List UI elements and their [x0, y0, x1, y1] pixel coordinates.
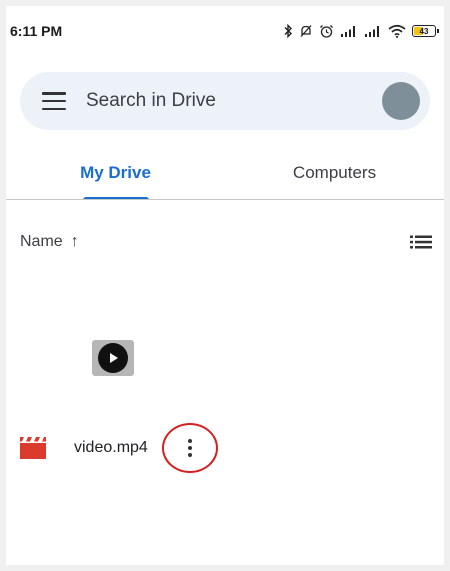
bluetooth-icon	[284, 24, 292, 38]
tab-computers[interactable]: Computers	[225, 146, 444, 200]
drive-screen: 6:11 PM 43 Search in Drive My Drive Comp…	[6, 6, 444, 565]
status-bar: 6:11 PM 43	[6, 6, 444, 56]
status-icons: 43	[283, 24, 439, 39]
sort-by-name-button[interactable]: Name	[20, 233, 63, 251]
more-vert-icon	[187, 439, 192, 457]
tabs-divider	[6, 199, 444, 200]
signal-icon	[341, 26, 355, 37]
search-input[interactable]: Search in Drive	[86, 90, 382, 112]
tab-label: My Drive	[80, 163, 151, 182]
tab-my-drive[interactable]: My Drive	[6, 146, 225, 200]
tab-bar: My Drive Computers	[6, 146, 444, 200]
alarm-icon	[320, 24, 333, 38]
file-row[interactable]: video.mp4	[20, 423, 432, 473]
file-name: video.mp4	[74, 439, 148, 456]
battery-level: 43	[419, 26, 429, 36]
list-view-icon[interactable]	[410, 235, 432, 249]
more-options-button[interactable]	[161, 423, 218, 473]
search-bar[interactable]: Search in Drive	[20, 72, 430, 130]
video-file-icon	[20, 437, 46, 459]
battery-icon: 43	[412, 25, 439, 37]
menu-icon[interactable]	[42, 92, 66, 110]
sort-arrow-up-icon[interactable]: ↑	[71, 233, 79, 251]
tab-label: Computers	[292, 163, 377, 182]
sort-row: Name ↑	[20, 230, 432, 254]
avatar[interactable]	[382, 82, 420, 120]
wifi-icon	[388, 24, 406, 38]
status-time: 6:11 PM	[10, 23, 63, 39]
mute-icon	[300, 25, 312, 37]
video-thumbnail[interactable]	[92, 340, 134, 376]
signal-icon	[365, 26, 379, 37]
play-icon	[98, 343, 128, 373]
